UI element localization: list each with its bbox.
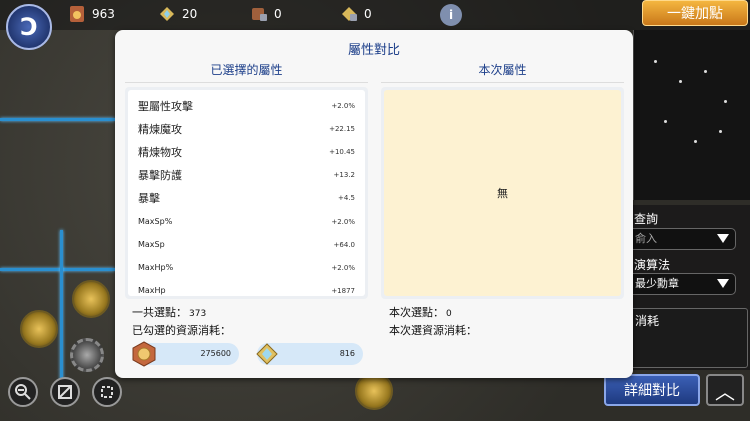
total-points-value: 373 [189,309,207,319]
query-placeholder: 俞入 [635,232,657,245]
attribute-name: MaxSp% [138,217,173,226]
resource-locked-chest-count: 0 [274,7,282,21]
lock-crystal-icon [342,7,357,21]
rotate-icon[interactable] [92,377,122,407]
crystal-icon [256,343,278,365]
attribute-row: MaxSp% +2.0% [128,210,365,233]
crystal-icon [160,7,174,21]
selected-attributes-panel: 聖屬性攻擊 +2.0% 精煉魔攻 +22.15 精煉物攻 +10.45 暴擊防護 +13.2 暴… [125,87,368,299]
attribute-value: +2.0% [331,264,355,272]
attribute-value: +10.45 [329,148,355,156]
algorithm-label: 演算法 [634,258,671,272]
attribute-value: +64.0 [333,241,355,249]
attribute-row: 精煉魔攻 +22.15 [128,117,365,140]
attribute-value: +4.5 [338,194,355,202]
back-icon[interactable]: Ↄ [6,4,52,50]
skill-node[interactable] [72,280,110,318]
resource-crystal-count: 20 [182,7,198,21]
medal-icon [132,341,156,367]
crystal-cost-value: 816 [339,349,355,358]
selected-attributes-header: 已選擇的屬性 [125,61,368,83]
query-input[interactable]: 俞入 [628,228,736,250]
detail-compare-button[interactable]: 詳細對比 [604,374,700,406]
consume-box: 消耗 [628,308,748,368]
resource-locked-crystal-count: 0 [364,7,372,21]
attribute-name: MaxHp [138,286,166,295]
current-attributes-panel: 無 [381,87,624,299]
board-path [0,118,115,121]
chevron-down-icon [717,234,729,243]
attribute-value: +22.15 [329,125,355,133]
total-points: 一共選點： 373 [132,304,206,320]
resource-medal-count: 963 [92,7,115,21]
top-status-bar: 963 20 0 0 i 一鍵加點 [0,0,750,30]
attribute-name: MaxSp [138,240,165,249]
info-icon[interactable]: i [440,4,462,26]
skill-gear-node[interactable] [70,338,104,372]
attribute-value: +2.0% [331,102,355,110]
attribute-name: 精煉魔攻 [138,123,182,136]
total-points-label: 一共選點： [132,306,187,319]
chevron-up-icon[interactable]: ︿ [706,374,744,406]
algorithm-select[interactable]: 最少勳章 [628,273,736,295]
attribute-row: MaxSp +64.0 [128,233,365,256]
lock-chest-icon [252,8,267,21]
auto-add-point-button[interactable]: 一鍵加點 [642,0,748,26]
attribute-row: MaxHp +1877 [128,279,365,296]
attribute-name: 聖屬性攻擊 [138,100,193,113]
board-path [60,230,63,390]
current-points: 本次選點： 0 [389,304,452,320]
current-points-label: 本次選點： [389,306,444,319]
resource-crystal: 20 [158,5,197,23]
zoom-out-icon[interactable] [8,377,38,407]
attribute-name: 精煉物攻 [138,146,182,159]
attribute-list[interactable]: 聖屬性攻擊 +2.0% 精煉魔攻 +22.15 精煉物攻 +10.45 暴擊防護 +13.2 暴… [128,90,365,296]
attribute-row: MaxHp% +2.0% [128,256,365,279]
resource-locked-chest: 0 [250,5,282,23]
attribute-row: 暴擊防護 +13.2 [128,163,365,186]
minimap[interactable] [633,30,750,200]
current-attributes-header: 本次屬性 [381,61,624,83]
medal-cost-value: 275600 [200,349,231,358]
resource-medal: 963 [68,5,115,23]
resource-locked-crystal: 0 [340,5,372,23]
medal-icon [70,6,84,22]
dialog-title: 屬性對比 [347,43,400,58]
current-attributes-empty: 無 [384,90,621,296]
attribute-value: +2.0% [331,218,355,226]
attribute-name: MaxHp% [138,263,174,272]
chevron-down-icon [717,279,729,288]
attribute-row: 暴擊 +4.5 [128,186,365,209]
algorithm-value: 最少勳章 [635,277,679,290]
attribute-row: 聖屬性攻擊 +2.0% [128,94,365,117]
current-points-value: 0 [446,309,452,319]
query-label: 查詢 [634,212,659,226]
consume-label: 消耗 [635,314,660,328]
attribute-name: 暴擊防護 [138,169,182,182]
attribute-name: 暴擊 [138,192,160,205]
attribute-value: +13.2 [333,171,355,179]
attribute-row: 精煉物攻 +10.45 [128,140,365,163]
attribute-value: +1877 [331,287,355,295]
slash-icon[interactable] [50,377,80,407]
board-path [0,268,115,271]
attribute-compare-dialog: 屬性對比 已選擇的屬性 本次屬性 聖屬性攻擊 +2.0% 精煉魔攻 +22.15 精煉物… [115,30,633,378]
current-cost-label: 本次選資源消耗： [389,324,477,337]
checked-cost-label: 已勾選的資源消耗： [132,324,231,337]
skill-node[interactable] [20,310,58,348]
